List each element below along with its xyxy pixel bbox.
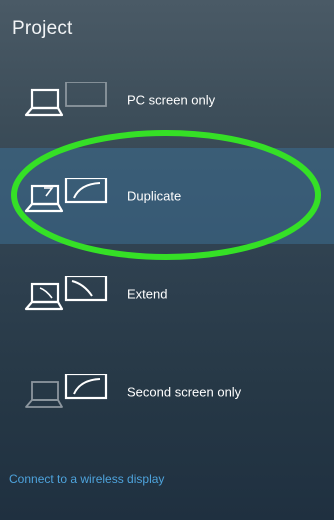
extend-icon (22, 276, 112, 318)
connect-wireless-display-link[interactable]: Connect to a wireless display (9, 472, 164, 486)
second-screen-only-icon (22, 374, 112, 416)
option-label: Second screen only (127, 384, 242, 400)
project-pane: Project PC screen only Duplicate Extend … (0, 0, 334, 520)
option-label: Extend (127, 286, 168, 302)
option-duplicate[interactable]: Duplicate (0, 148, 334, 244)
option-pc-screen-only[interactable]: PC screen only (0, 52, 334, 148)
option-label: PC screen only (127, 92, 216, 108)
option-extend[interactable]: Extend (0, 246, 334, 342)
option-second-screen-only[interactable]: Second screen only (0, 344, 334, 440)
duplicate-icon (22, 178, 112, 220)
option-label: Duplicate (127, 188, 182, 204)
pc-screen-only-icon (22, 82, 112, 124)
pane-title: Project (12, 18, 73, 39)
